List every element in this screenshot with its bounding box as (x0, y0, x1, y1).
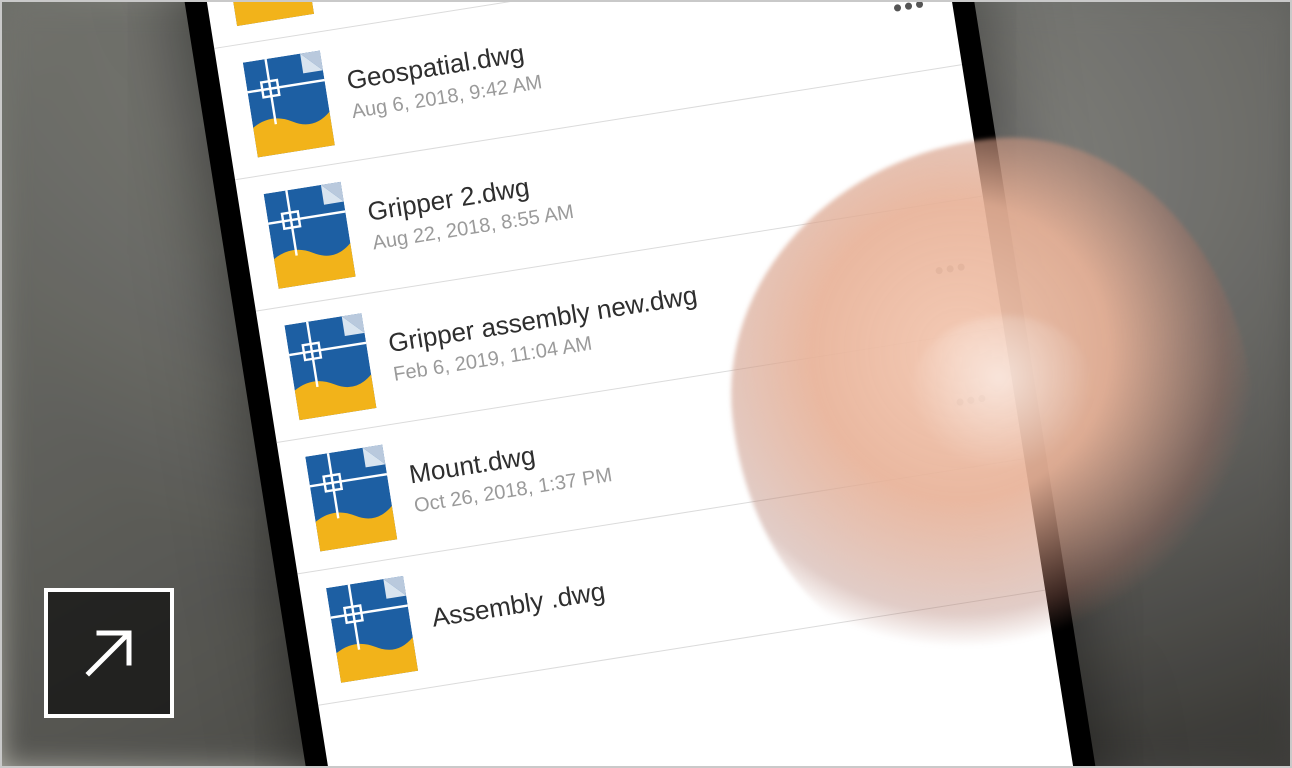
dwg-file-icon (305, 445, 397, 552)
dwg-file-icon (264, 182, 356, 289)
dwg-file-icon (326, 576, 418, 683)
phone-screen: Add Source (184, 0, 1107, 768)
phone: Add Source (159, 0, 1133, 768)
expand-button[interactable] (44, 588, 174, 718)
more-options-icon[interactable]: ••• (949, 378, 996, 422)
dwg-file-icon (243, 51, 335, 158)
dwg-file-icon (284, 314, 376, 421)
arrow-up-right-icon (73, 617, 145, 689)
more-options-icon[interactable]: ••• (886, 0, 933, 28)
image-stage: Add Source (0, 0, 1292, 768)
more-options-icon[interactable]: ••• (928, 247, 975, 291)
file-list: Drive Roller Assembly.dwg Aug 6, 2018, 9… (193, 0, 1045, 706)
dwg-file-icon (222, 0, 314, 26)
